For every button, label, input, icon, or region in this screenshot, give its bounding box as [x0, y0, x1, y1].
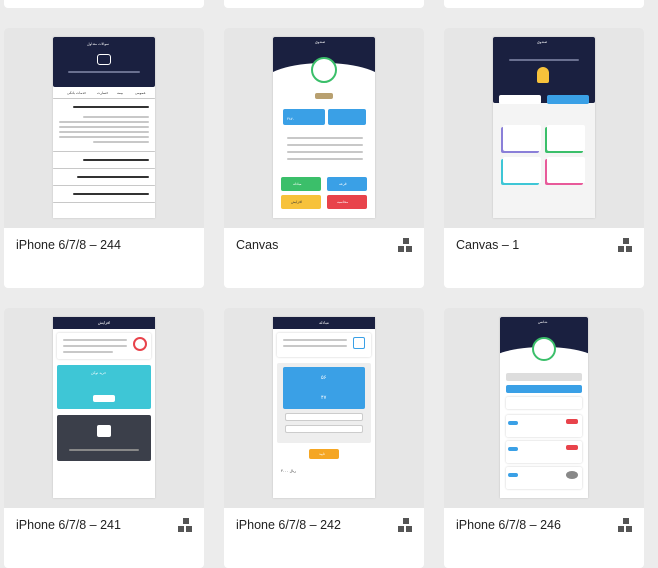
screen-preview-wallet: صندوق ۳۸۷۰ مبادله قرعه افزایش محاسبه	[273, 37, 375, 218]
wallet-title: صندوق	[315, 40, 326, 44]
screen-preview-luck: شانس	[500, 317, 588, 498]
screen-preview-services: صندوق	[493, 37, 595, 218]
faq-tab-insurance: بیمه	[117, 91, 123, 95]
artboard-thumbnail[interactable]: صندوق	[444, 28, 644, 228]
artboard-title[interactable]: iPhone 6/7/8 – 244	[16, 238, 121, 252]
tile-purple	[503, 125, 541, 151]
artboard-title[interactable]: Canvas	[236, 238, 278, 252]
tile-teal	[503, 157, 541, 183]
tile-green	[547, 125, 585, 151]
artboard-card[interactable]: شانس iPhone 6/7/8 – 246	[444, 308, 644, 568]
faq-tab-banking: خدمات بانکی	[67, 91, 87, 95]
artboard-card[interactable]: سوالات متداول عمومی بیمه خسارت خدمات بان…	[4, 28, 204, 288]
faq-tab-general: عمومی	[135, 91, 146, 95]
component-icon	[618, 238, 634, 254]
artboard-thumbnail[interactable]: صندوق ۳۸۷۰ مبادله قرعه افزایش محاسبه	[224, 28, 424, 228]
previous-row-card-bottom	[4, 0, 204, 8]
artboard-title[interactable]: Canvas – 1	[456, 238, 519, 252]
screen-preview-faq: سوالات متداول عمومی بیمه خسارت خدمات بان…	[53, 37, 155, 218]
artboard-card[interactable]: مبادله ۵۶ ۴۷ تایید ۳۰۰۰ ریال iPhone 6/7/…	[224, 308, 424, 568]
token-title: خرید توکن	[91, 371, 107, 375]
artboard-card[interactable]: افزایش خرید توکن iPhone 6/7/8 – 241	[4, 308, 204, 568]
exchange-footer: ۳۰۰۰ ریال	[281, 469, 296, 473]
rate-value-2: ۴۷	[321, 395, 327, 401]
artboard-thumbnail[interactable]: شانس	[444, 308, 644, 508]
logo-icon	[311, 57, 337, 83]
tile-pink	[547, 157, 585, 183]
services-tab	[547, 95, 589, 104]
component-icon	[618, 518, 634, 534]
luck-title: شانس	[538, 320, 548, 324]
increase-header: افزایش	[53, 317, 155, 329]
artboard-title[interactable]: iPhone 6/7/8 – 241	[16, 518, 121, 532]
balance-value: ۳۸۷۰	[287, 117, 295, 121]
artboard-thumbnail[interactable]: مبادله ۵۶ ۴۷ تایید ۳۰۰۰ ریال	[224, 308, 424, 508]
lottery-button	[327, 177, 367, 191]
artboard-title[interactable]: iPhone 6/7/8 – 242	[236, 518, 341, 532]
services-title: صندوق	[537, 40, 548, 44]
component-icon	[178, 518, 194, 534]
faq-tab-claims: خسارت	[97, 91, 109, 95]
lock-icon	[97, 425, 111, 437]
artboard-card[interactable]: صندوق ۳۸۷۰ مبادله قرعه افزایش محاسبه Can…	[224, 28, 424, 288]
component-icon	[398, 238, 414, 254]
exchange-header: مبادله	[273, 317, 375, 329]
artboard-thumbnail[interactable]: افزایش خرید توکن	[4, 308, 204, 508]
chat-icon	[97, 54, 111, 65]
artboard-title[interactable]: iPhone 6/7/8 – 246	[456, 518, 561, 532]
screen-preview-increase: افزایش خرید توکن	[53, 317, 155, 498]
logo-icon	[532, 337, 556, 361]
locked-card	[57, 415, 151, 461]
person-icon	[537, 67, 549, 83]
gauge-icon	[133, 337, 147, 351]
artboard-card[interactable]: صندوق Canvas – 1	[444, 28, 644, 288]
rate-card	[283, 367, 365, 409]
previous-row-card-bottom	[444, 0, 644, 8]
artboard-thumbnail[interactable]: سوالات متداول عمومی بیمه خسارت خدمات بان…	[4, 28, 204, 228]
rate-value-1: ۵۶	[321, 375, 327, 381]
screen-preview-exchange: مبادله ۵۶ ۴۷ تایید ۳۰۰۰ ریال	[273, 317, 375, 498]
component-icon	[398, 518, 414, 534]
swap-icon	[353, 337, 365, 349]
faq-title: سوالات متداول	[87, 42, 110, 46]
previous-row-card-bottom	[224, 0, 424, 8]
